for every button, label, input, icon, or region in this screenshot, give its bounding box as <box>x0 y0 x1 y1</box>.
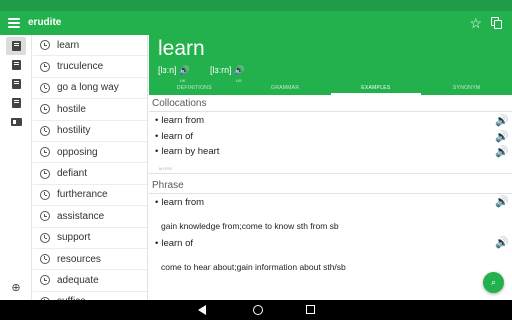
entry-tabs: DEFINITIONS GRAMMAR EXAMPLES SYNONYM <box>149 82 512 95</box>
history-item-label: opposing <box>57 146 98 158</box>
history-item[interactable]: go a long way <box>33 78 147 100</box>
history-item[interactable]: hostile <box>33 99 147 121</box>
examples-panel: Collocations • learn from 🔊 • learn of 🔊 •… <box>149 95 512 300</box>
history-item[interactable]: resources <box>33 249 147 271</box>
history-clock-icon <box>40 168 50 179</box>
navigation-rail: ⊕ <box>0 35 32 300</box>
phrase-heading: Phrase <box>152 180 184 191</box>
history-clock-icon <box>40 189 50 200</box>
pronunciation-us[interactable]: [lɜːrn] 🔊 US <box>210 64 245 83</box>
history-item-label: resources <box>57 253 101 265</box>
history-item-label: hostility <box>57 125 91 137</box>
copy-icon[interactable] <box>491 17 502 29</box>
tab-examples[interactable]: EXAMPLES <box>330 82 422 95</box>
collocation-label: learn from <box>161 115 205 126</box>
collocation-item[interactable]: • learn by heart <box>155 146 219 157</box>
home-icon[interactable] <box>253 305 263 315</box>
history-item[interactable]: furtherance <box>33 185 147 207</box>
history-item-label: furtherance <box>57 189 108 201</box>
history-clock-icon <box>40 104 50 115</box>
speaker-icon[interactable]: 🔊 <box>495 115 509 127</box>
history-item-label: go a long way <box>57 82 119 94</box>
collocation-label: learn of <box>161 131 194 142</box>
history-clock-icon <box>40 40 50 51</box>
book-icon[interactable] <box>6 94 26 112</box>
star-outline-icon[interactable]: ☆ <box>469 14 482 32</box>
headword: learn <box>158 37 205 60</box>
history-clock-icon <box>40 82 50 93</box>
collocation-label: learn by heart <box>161 146 220 157</box>
status-bar <box>0 0 512 11</box>
history-clock-icon <box>40 125 50 136</box>
tab-synonym[interactable]: SYNONYM <box>421 82 512 95</box>
globe-icon[interactable]: ⊕ <box>6 279 26 297</box>
history-item-label: assistance <box>57 210 105 222</box>
history-item[interactable]: learn <box>33 35 147 57</box>
tab-definitions[interactable]: DEFINITIONS <box>149 82 240 95</box>
flashcard-icon[interactable] <box>6 113 26 131</box>
history-clock-icon <box>40 147 50 158</box>
history-item[interactable]: hostility <box>33 121 147 142</box>
phrase-term: learn from <box>161 197 205 208</box>
app-title: erudite <box>28 17 62 28</box>
pronunciation-text: [lɜːrn] <box>210 65 232 75</box>
collocation-item[interactable]: • learn from <box>155 115 204 126</box>
pronunciation-uk[interactable]: [lɜːn] 🔊 UK <box>158 64 190 83</box>
tab-grammar[interactable]: GRAMMAR <box>240 82 331 95</box>
more-link[interactable]: MORE <box>159 166 173 171</box>
phrase-term: learn of <box>161 238 194 249</box>
pronunciation-text: [lɜːn] <box>158 65 177 75</box>
phrase-definition: come to hear about;gain information abou… <box>161 262 346 272</box>
history-clock-icon <box>40 61 50 72</box>
collocation-item[interactable]: • learn of <box>155 131 193 142</box>
back-icon[interactable] <box>198 305 206 315</box>
collocations-heading: Collocations <box>152 98 207 109</box>
system-navigation-bar <box>0 300 512 320</box>
history-item[interactable]: adequate <box>33 270 147 292</box>
history-item[interactable]: truculence <box>33 56 147 78</box>
history-item-label: support <box>57 232 91 244</box>
history-item[interactable]: opposing <box>33 142 147 164</box>
divider <box>149 111 512 112</box>
speaker-icon[interactable]: 🔊 <box>495 131 509 143</box>
speaker-icon[interactable]: 🔊 <box>495 237 509 249</box>
history-item[interactable]: defiant <box>33 163 147 185</box>
history-clock-icon <box>40 211 50 222</box>
phrase-item[interactable]: • learn of <box>155 238 193 249</box>
history-item[interactable]: support <box>33 228 147 249</box>
history-item[interactable]: suffice <box>33 292 147 300</box>
divider <box>149 193 512 194</box>
app-bar: erudite ☆ <box>0 11 512 35</box>
search-button[interactable]: ⌕ <box>483 272 504 293</box>
phrase-item[interactable]: • learn from <box>155 197 204 208</box>
history-clock-icon <box>40 254 50 265</box>
history-item-label: defiant <box>57 168 88 180</box>
menu-icon[interactable] <box>8 17 20 29</box>
search-icon: ⌕ <box>490 277 497 287</box>
recent-apps-icon[interactable] <box>306 305 315 314</box>
history-item-label: truculence <box>57 61 104 73</box>
history-item[interactable]: assistance <box>33 206 147 228</box>
speaker-icon[interactable]: 🔊 <box>495 196 509 208</box>
notebook-icon[interactable] <box>6 75 26 93</box>
speaker-icon[interactable]: 🔊 <box>495 146 509 158</box>
dictionary-icon[interactable] <box>6 37 26 55</box>
entry-header: learn [lɜːn] 🔊 UK [lɜːrn] 🔊 US DEFINITIO… <box>149 35 512 95</box>
phrase-definition: gain knowledge from;come to know sth fro… <box>161 221 339 231</box>
history-item-label: adequate <box>57 274 99 286</box>
wordbook-icon[interactable] <box>6 56 26 74</box>
divider <box>149 173 512 174</box>
history-clock-icon <box>40 232 50 243</box>
history-item-label: hostile <box>57 103 86 115</box>
history-clock-icon <box>40 275 50 286</box>
history-list: learn truculence go a long way hostile h… <box>33 35 148 300</box>
history-item-label: learn <box>57 39 80 51</box>
